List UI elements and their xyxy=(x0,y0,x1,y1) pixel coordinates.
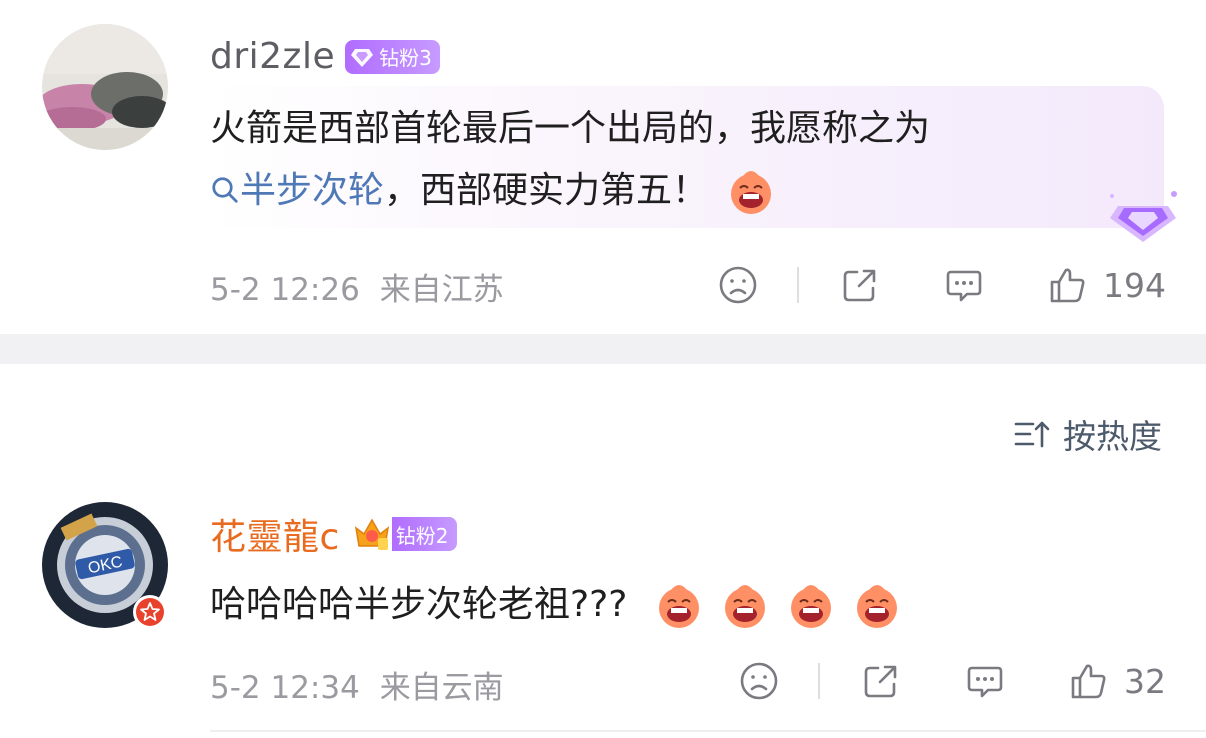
laugh-emoji-icon xyxy=(790,585,831,628)
reply-button[interactable] xyxy=(964,660,1006,702)
like-count: 194 xyxy=(1103,265,1166,305)
share-icon xyxy=(864,665,897,698)
username[interactable]: dri2zle xyxy=(210,36,335,77)
sort-icon xyxy=(1014,421,1050,448)
topic-link[interactable]: 半步次轮 xyxy=(210,170,384,211)
fan-badge[interactable]: 钻粉2 xyxy=(391,517,457,551)
like-count: 32 xyxy=(1124,661,1166,701)
dislike-button[interactable] xyxy=(738,660,780,702)
divider xyxy=(818,663,820,699)
laugh-emoji-icon xyxy=(658,585,699,628)
bottom-divider xyxy=(210,730,1206,732)
comment-icon xyxy=(946,270,982,302)
comment-actions: 32 xyxy=(738,660,1166,702)
sort-label: 按热度 xyxy=(1063,417,1162,456)
comment-meta: 5-2 12:26 来自江苏 xyxy=(210,264,504,309)
like-button[interactable]: 32 xyxy=(1068,660,1166,702)
laugh-emoji-icon xyxy=(731,171,772,214)
laugh-emoji-icon xyxy=(856,585,897,628)
comment-time: 5-2 12:26 xyxy=(210,272,360,308)
comment-location: 来自云南 xyxy=(379,670,504,706)
thumbs-up-icon xyxy=(1050,268,1085,303)
comment-item: OKC 花靈龍c 钻粉2 哈哈哈哈半步次轮老祖??? 5-2 12:34 来自云… xyxy=(0,476,1206,738)
sad-face-icon xyxy=(719,266,757,304)
dislike-button[interactable] xyxy=(717,264,759,306)
divider xyxy=(797,267,799,303)
username[interactable]: 花靈龍c xyxy=(210,508,340,560)
comment-icon xyxy=(967,666,1003,698)
share-icon xyxy=(843,269,876,302)
comment-time: 5-2 12:34 xyxy=(210,670,360,706)
comment-actions: 194 xyxy=(717,264,1166,306)
badge-label: 钻粉2 xyxy=(395,523,449,548)
sad-face-icon xyxy=(740,662,778,700)
comment-meta: 5-2 12:34 来自云南 xyxy=(210,662,504,707)
share-button[interactable] xyxy=(839,264,881,306)
comment-text: 哈哈哈哈半步次轮老祖??? xyxy=(210,574,903,636)
sort-button[interactable]: 按热度 xyxy=(1013,410,1162,458)
badge-label: 钻粉3 xyxy=(379,46,432,70)
diamond-icon xyxy=(351,48,374,67)
comment-text-main: 火箭是西部首轮最后一个出局的，我愿称之为 xyxy=(210,108,931,149)
comment-item: dri2zle 钻粉3 火箭是西部首轮最后一个出局的，我愿称之为 半步次轮，西部… xyxy=(0,0,1206,334)
vip-crown-icon xyxy=(354,518,389,550)
comment-text-main: 哈哈哈哈半步次轮老祖??? xyxy=(210,584,628,625)
fan-badge[interactable]: 钻粉3 xyxy=(345,39,440,74)
like-button[interactable]: 194 xyxy=(1047,264,1166,306)
comment-text-after: ，西部硬实力第五！ xyxy=(384,170,709,211)
comment-text: 火箭是西部首轮最后一个出局的，我愿称之为 半步次轮，西部硬实力第五！ xyxy=(210,98,1130,222)
reply-button[interactable] xyxy=(943,264,985,306)
avatar[interactable] xyxy=(42,24,168,150)
thumbs-up-icon xyxy=(1071,664,1106,699)
search-icon xyxy=(212,177,238,203)
topic-label: 半步次轮 xyxy=(240,170,385,211)
laugh-emoji-icon xyxy=(724,585,765,628)
verified-badge-icon xyxy=(133,595,167,629)
emoji-row xyxy=(653,584,903,628)
section-divider xyxy=(0,334,1206,364)
share-button[interactable] xyxy=(860,660,902,702)
comment-location: 来自江苏 xyxy=(379,272,504,308)
